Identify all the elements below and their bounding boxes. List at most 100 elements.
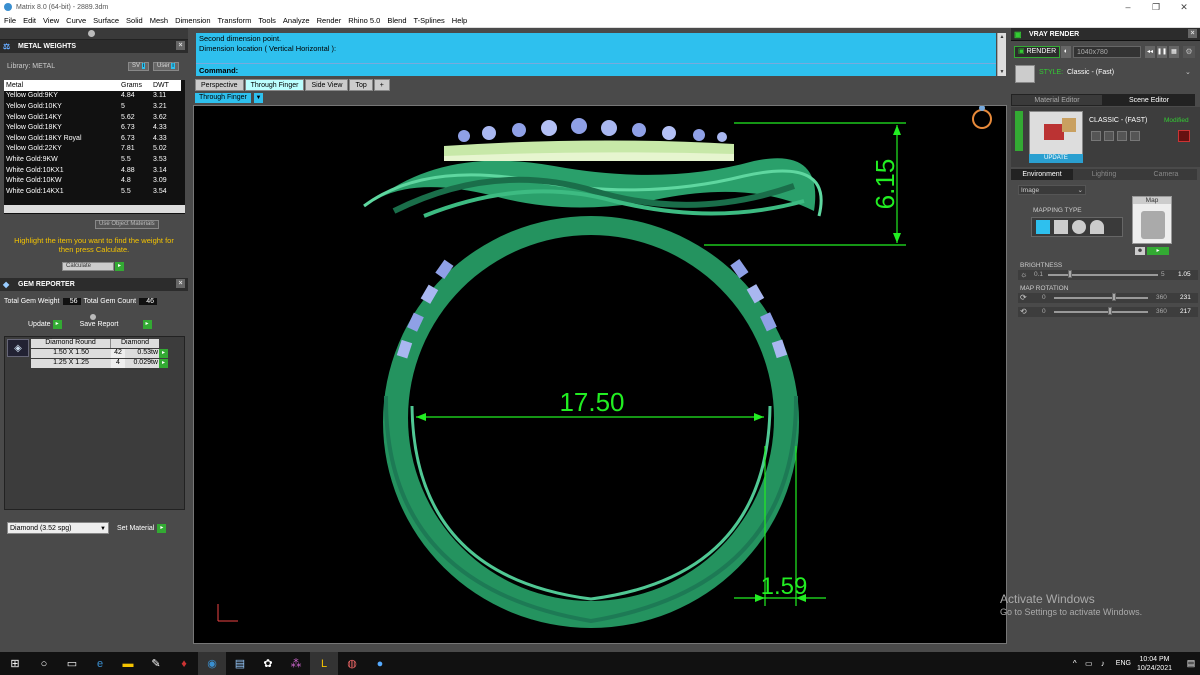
menu-blend[interactable]: Blend: [387, 16, 406, 25]
tab-camera[interactable]: Camera: [1135, 169, 1197, 180]
table-hscrollbar[interactable]: [4, 205, 185, 213]
table-row[interactable]: White Gold:10KX1 4.88 3.14: [4, 164, 181, 176]
notification-icon[interactable]: ▤: [1182, 652, 1200, 675]
list-item[interactable]: 1.25 X 1.25 4 0.029tw ▸: [31, 359, 171, 368]
scroll-up-icon[interactable]: ▲: [998, 34, 1006, 40]
resolution-field[interactable]: 1040x780: [1073, 46, 1141, 58]
task-view-icon[interactable]: ▭: [58, 652, 86, 675]
app-icon-4[interactable]: ✿: [254, 652, 282, 675]
menu-dimension[interactable]: Dimension: [175, 16, 210, 25]
file-explorer-icon[interactable]: ▬: [114, 652, 142, 675]
menu-rhino[interactable]: Rhino 5.0: [348, 16, 380, 25]
render-button[interactable]: ▣ RENDER: [1014, 46, 1061, 58]
chevron-down-icon[interactable]: ▼: [254, 93, 263, 103]
tab-environment[interactable]: Environment: [1011, 169, 1073, 180]
save-report-go-icon[interactable]: ▸: [142, 320, 152, 329]
viewport-label[interactable]: Through Finger: [195, 93, 251, 103]
matrix-icon[interactable]: ◉: [198, 652, 226, 675]
style-select[interactable]: Classic - (Fast): [1067, 69, 1114, 76]
collapse-handle[interactable]: [88, 30, 95, 37]
update-button[interactable]: Update: [28, 321, 51, 328]
calculate-button[interactable]: Calculate: [62, 262, 114, 271]
brightness-slider-knob[interactable]: [1068, 270, 1072, 278]
network-icon[interactable]: ▭: [1082, 652, 1096, 675]
select-gem-icon[interactable]: ▸: [159, 359, 168, 368]
menu-render[interactable]: Render: [317, 16, 342, 25]
tab-perspective[interactable]: Perspective: [195, 79, 244, 91]
list-item[interactable]: 1.50 X 1.50 42 0.53tw ▸: [31, 349, 171, 358]
menu-mesh[interactable]: Mesh: [150, 16, 168, 25]
table-row[interactable]: White Gold:10KW 4.8 3.09: [4, 175, 181, 186]
table-row[interactable]: Yellow Gold:9KY 4.84 3.11: [4, 90, 181, 102]
close-icon[interactable]: ×: [176, 41, 185, 50]
command-scrollbar[interactable]: ▲ ▼: [997, 33, 1006, 76]
menu-transform[interactable]: Transform: [218, 16, 252, 25]
volume-icon[interactable]: ♪: [1096, 652, 1110, 675]
menu-tsplines[interactable]: T-Splines: [414, 16, 445, 25]
scene-collapse-icon[interactable]: [1015, 111, 1023, 151]
command-line[interactable]: Command:: [196, 63, 996, 76]
mapping-screen-icon[interactable]: [1036, 220, 1050, 234]
close-button[interactable]: ✕: [1170, 0, 1198, 14]
menu-edit[interactable]: Edit: [23, 16, 36, 25]
select-gem-icon[interactable]: ▸: [159, 349, 168, 358]
settings-icon[interactable]: ⚙: [1183, 46, 1195, 58]
map-go-icon[interactable]: ▸: [1147, 247, 1169, 255]
search-icon[interactable]: ○: [30, 652, 58, 675]
menu-view[interactable]: View: [43, 16, 59, 25]
table-row[interactable]: White Gold:9KW 5.5 3.53: [4, 154, 181, 165]
close-icon[interactable]: ×: [1188, 29, 1197, 38]
menu-surface[interactable]: Surface: [93, 16, 119, 25]
table-row[interactable]: White Gold:14KX1 5.5 3.54: [4, 185, 181, 197]
sv-button[interactable]: SV i: [128, 62, 150, 71]
set-material-go-icon[interactable]: ▸: [157, 524, 167, 533]
rotation-slider-2[interactable]: [1054, 311, 1148, 313]
copy-icon[interactable]: [1091, 131, 1101, 141]
app-icon-3[interactable]: ▤: [226, 652, 254, 675]
mapping-sphere-icon[interactable]: [1072, 220, 1086, 234]
update-go-icon[interactable]: ▸: [52, 320, 62, 329]
map-preview-icon[interactable]: ☻: [1135, 247, 1145, 255]
close-icon[interactable]: ×: [176, 279, 185, 288]
scene-update-button[interactable]: UPDATE: [1029, 154, 1083, 163]
menu-tools[interactable]: Tools: [258, 16, 276, 25]
app-icon-6[interactable]: L: [310, 652, 338, 675]
user-button[interactable]: User i: [153, 62, 179, 71]
tab-scene-editor[interactable]: Scene Editor: [1103, 94, 1195, 106]
menu-file[interactable]: File: [4, 16, 16, 25]
language-indicator[interactable]: ENG: [1116, 660, 1131, 667]
rewind-icon[interactable]: ◂◂: [1145, 46, 1155, 58]
scroll-down-icon[interactable]: ▼: [998, 69, 1006, 75]
menu-analyze[interactable]: Analyze: [283, 16, 310, 25]
table-row[interactable]: Yellow Gold:22KY 7.81 5.02: [4, 143, 181, 155]
rotation-slider-1[interactable]: [1054, 297, 1148, 299]
use-object-materials-checkbox[interactable]: Use Object Materials: [95, 220, 159, 229]
rotation-2-value[interactable]: 217: [1180, 308, 1191, 315]
add-tab-icon[interactable]: +: [373, 79, 390, 91]
resolution-icon[interactable]: ◐: [1061, 46, 1071, 58]
set-material-button[interactable]: Set Material: [117, 525, 154, 532]
tab-lighting[interactable]: Lighting: [1073, 169, 1135, 180]
app-icon-5[interactable]: ⁂: [282, 652, 310, 675]
tab-material-editor[interactable]: Material Editor: [1011, 94, 1103, 106]
app-icon-1[interactable]: ✎: [142, 652, 170, 675]
clock[interactable]: 10:04 PM 10/24/2021: [1137, 655, 1172, 673]
save-report-button[interactable]: Save Report: [80, 321, 119, 328]
rotation-1-value[interactable]: 231: [1180, 294, 1191, 301]
env-type-select[interactable]: Image ⌄: [1018, 185, 1086, 195]
menu-curve[interactable]: Curve: [66, 16, 86, 25]
app-icon-2[interactable]: ♦: [170, 652, 198, 675]
table-row[interactable]: Yellow Gold:10KY 5 3.21: [4, 101, 181, 112]
ring-view-icon[interactable]: [972, 105, 992, 129]
mapping-dome-icon[interactable]: [1090, 220, 1104, 234]
reset-icon[interactable]: [1178, 130, 1190, 142]
tray-chevron-icon[interactable]: ^: [1068, 652, 1082, 675]
viewport[interactable]: 6.15 17.50 1.59: [193, 105, 1007, 644]
windows-start-icon[interactable]: ⊞: [0, 652, 30, 675]
chevron-down-icon[interactable]: ⌄: [1185, 68, 1191, 76]
export-icon[interactable]: [1130, 131, 1140, 141]
rotation-slider-2-knob[interactable]: [1108, 307, 1113, 315]
brightness-value[interactable]: 1.05: [1178, 271, 1191, 278]
open-icon[interactable]: [1117, 131, 1127, 141]
table-row[interactable]: Yellow Gold:14KY 5.62 3.62: [4, 111, 181, 123]
